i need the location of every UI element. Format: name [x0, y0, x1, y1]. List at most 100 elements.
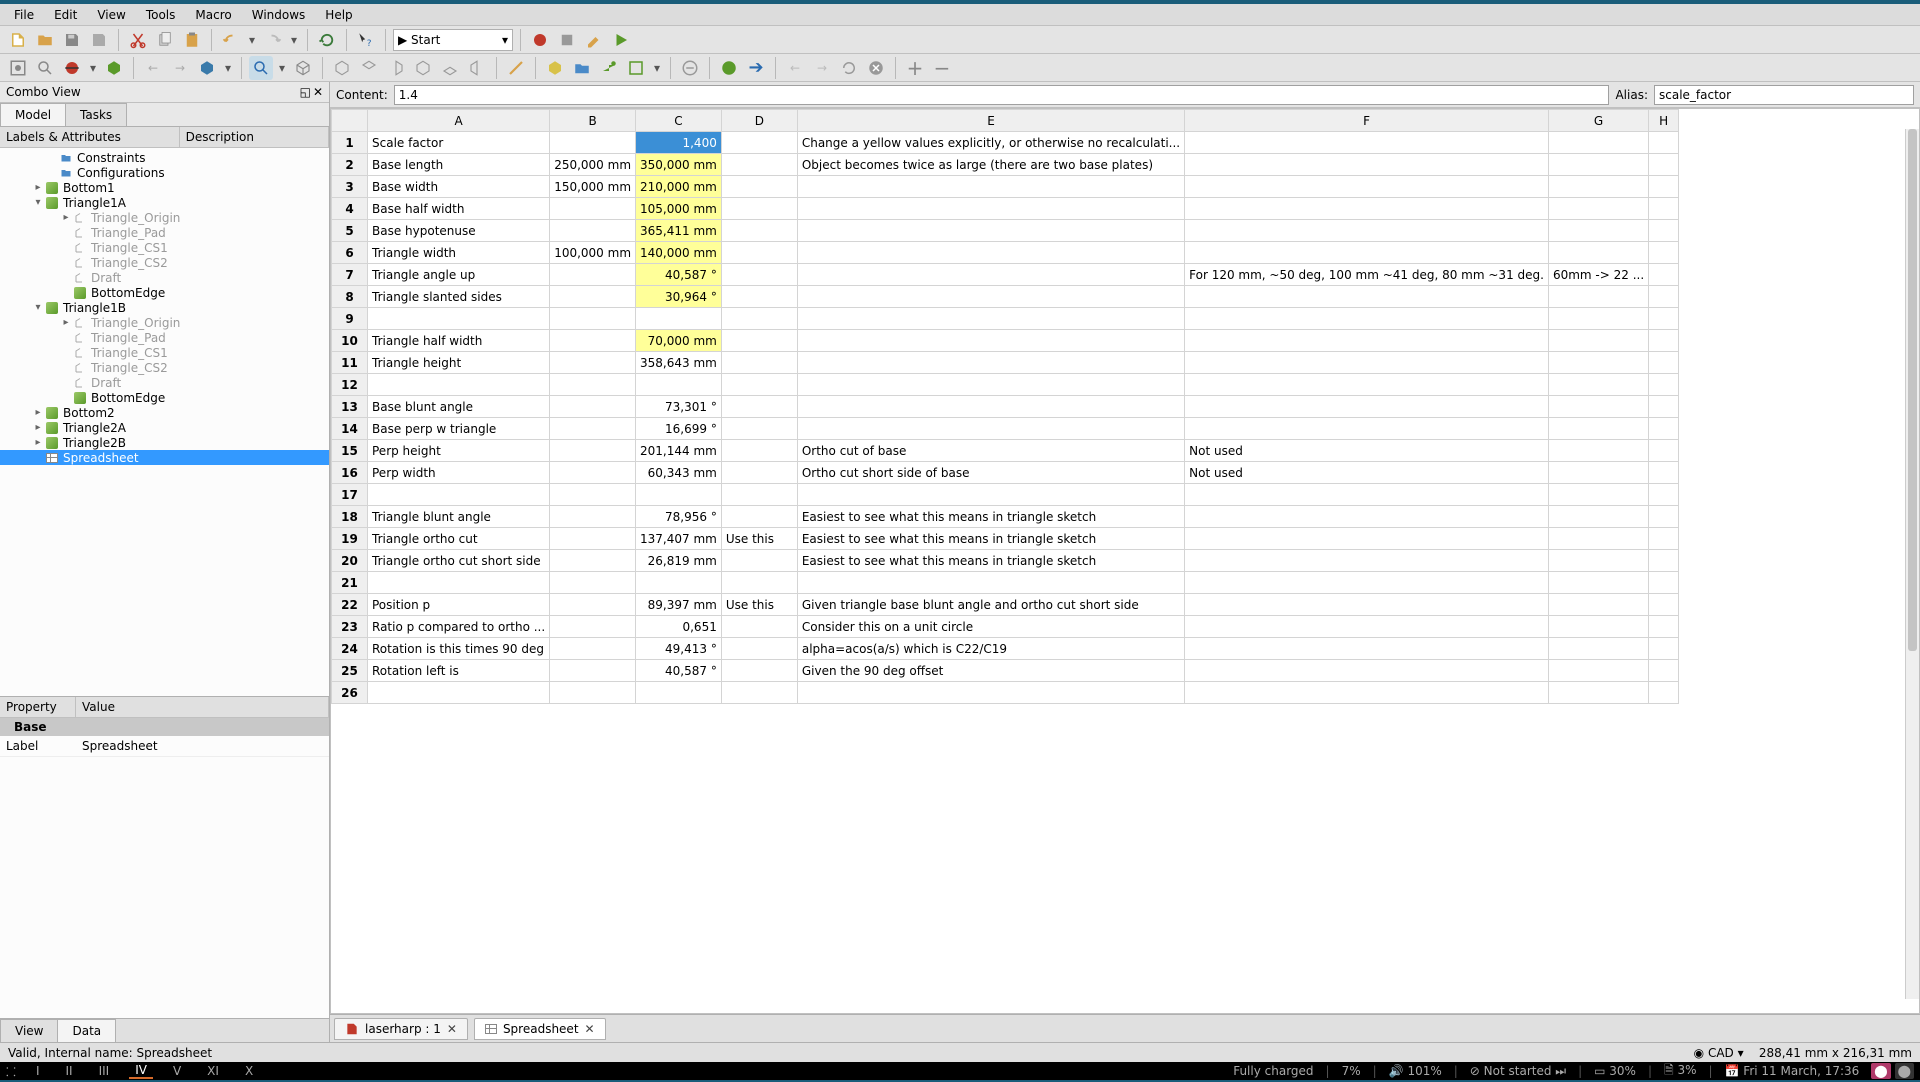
row-header[interactable]: 14: [332, 418, 368, 440]
cell[interactable]: [550, 484, 636, 506]
cell[interactable]: Base blunt angle: [368, 396, 550, 418]
cell[interactable]: [1649, 660, 1679, 682]
cell[interactable]: [797, 264, 1184, 286]
cell[interactable]: [1185, 506, 1549, 528]
cell[interactable]: [1548, 484, 1648, 506]
cell[interactable]: [550, 198, 636, 220]
cell[interactable]: [550, 550, 636, 572]
cell[interactable]: [721, 374, 797, 396]
cell[interactable]: [1185, 330, 1549, 352]
cell[interactable]: 89,397 mm: [636, 594, 722, 616]
paste-icon[interactable]: [180, 28, 204, 52]
cell[interactable]: [1649, 616, 1679, 638]
cell[interactable]: [1548, 242, 1648, 264]
link-make-icon[interactable]: [597, 56, 621, 80]
tree-item[interactable]: ▸Bottom1: [0, 180, 329, 195]
cell[interactable]: [797, 198, 1184, 220]
tree-item[interactable]: BottomEdge: [0, 285, 329, 300]
tree-item[interactable]: Draft: [0, 375, 329, 390]
draw-style-icon[interactable]: [60, 56, 84, 80]
cell[interactable]: Use this: [721, 594, 797, 616]
row-header[interactable]: 19: [332, 528, 368, 550]
document-tab[interactable]: Spreadsheet✕: [474, 1018, 606, 1040]
cell[interactable]: [636, 572, 722, 594]
cell[interactable]: [1649, 374, 1679, 396]
cell[interactable]: [550, 506, 636, 528]
row-header[interactable]: 17: [332, 484, 368, 506]
tree-item[interactable]: ▸Triangle_Origin: [0, 315, 329, 330]
cell[interactable]: Triangle angle up: [368, 264, 550, 286]
corner-cell[interactable]: [332, 110, 368, 132]
cell[interactable]: [1548, 462, 1648, 484]
row-header[interactable]: 13: [332, 396, 368, 418]
play-icon[interactable]: [609, 28, 633, 52]
cell[interactable]: [1185, 132, 1549, 154]
column-header[interactable]: D: [721, 110, 797, 132]
taskbar-status[interactable]: 7%: [1342, 1064, 1361, 1078]
cell[interactable]: [1548, 396, 1648, 418]
nav-prev-icon[interactable]: ←: [783, 56, 807, 80]
tab-view[interactable]: View: [0, 1019, 58, 1042]
cell[interactable]: [1548, 418, 1648, 440]
tree-item[interactable]: Triangle_CS2: [0, 360, 329, 375]
cell[interactable]: [797, 176, 1184, 198]
record-icon[interactable]: [528, 28, 552, 52]
cell[interactable]: Triangle width: [368, 242, 550, 264]
cell[interactable]: [550, 660, 636, 682]
rear-icon[interactable]: [411, 56, 435, 80]
row-header[interactable]: 11: [332, 352, 368, 374]
whatsthis-icon[interactable]: ?: [354, 28, 378, 52]
measure-icon[interactable]: [504, 56, 528, 80]
cell[interactable]: [721, 242, 797, 264]
row-header[interactable]: 8: [332, 286, 368, 308]
column-header[interactable]: A: [368, 110, 550, 132]
row-header[interactable]: 20: [332, 550, 368, 572]
tree-item[interactable]: Triangle_CS2: [0, 255, 329, 270]
cell[interactable]: Scale factor: [368, 132, 550, 154]
row-header[interactable]: 18: [332, 506, 368, 528]
cell[interactable]: [721, 308, 797, 330]
cell[interactable]: [1185, 616, 1549, 638]
cell[interactable]: [550, 682, 636, 704]
cell[interactable]: [721, 462, 797, 484]
cell[interactable]: 150,000 mm: [550, 176, 636, 198]
row-header[interactable]: 6: [332, 242, 368, 264]
cell[interactable]: Triangle height: [368, 352, 550, 374]
minus-icon[interactable]: −: [930, 56, 954, 80]
cell[interactable]: [1548, 616, 1648, 638]
left-icon[interactable]: [465, 56, 489, 80]
cell[interactable]: Ratio p compared to ortho ...: [368, 616, 550, 638]
saveas-icon[interactable]: [87, 28, 111, 52]
cell[interactable]: [1548, 506, 1648, 528]
cell[interactable]: [1649, 462, 1679, 484]
cell[interactable]: 350,000 mm: [636, 154, 722, 176]
cell[interactable]: [1649, 418, 1679, 440]
taskbar-status[interactable]: 📅 Fri 11 March, 17:36: [1725, 1064, 1860, 1078]
cell[interactable]: [797, 330, 1184, 352]
macro-select[interactable]: ▶ Start▾: [393, 29, 513, 51]
cell[interactable]: [1185, 396, 1549, 418]
cell[interactable]: Change a yellow values explicitly, or ot…: [797, 132, 1184, 154]
cell[interactable]: 70,000 mm: [636, 330, 722, 352]
taskbar-status[interactable]: 🗎 3%: [1664, 1061, 1697, 1082]
cell[interactable]: [550, 132, 636, 154]
fit-all-icon[interactable]: [6, 56, 30, 80]
close-panel-icon[interactable]: ✕: [313, 85, 323, 99]
menu-edit[interactable]: Edit: [44, 5, 87, 25]
cell[interactable]: [550, 374, 636, 396]
cell[interactable]: 60mm -> 22 ...: [1548, 264, 1648, 286]
cell[interactable]: [1185, 528, 1549, 550]
web-icon[interactable]: [717, 56, 741, 80]
row-header[interactable]: 10: [332, 330, 368, 352]
taskbar-status[interactable]: Fully charged: [1233, 1064, 1313, 1078]
cell[interactable]: Given triangle base blunt angle and orth…: [797, 594, 1184, 616]
row-header[interactable]: 12: [332, 374, 368, 396]
cell[interactable]: [636, 682, 722, 704]
cell[interactable]: 60,343 mm: [636, 462, 722, 484]
menu-file[interactable]: File: [4, 5, 44, 25]
cell[interactable]: Object becomes twice as large (there are…: [797, 154, 1184, 176]
menu-tools[interactable]: Tools: [136, 5, 186, 25]
tree-item[interactable]: BottomEdge: [0, 390, 329, 405]
tree-item[interactable]: Draft: [0, 270, 329, 285]
tree-item[interactable]: Configurations: [0, 165, 329, 180]
